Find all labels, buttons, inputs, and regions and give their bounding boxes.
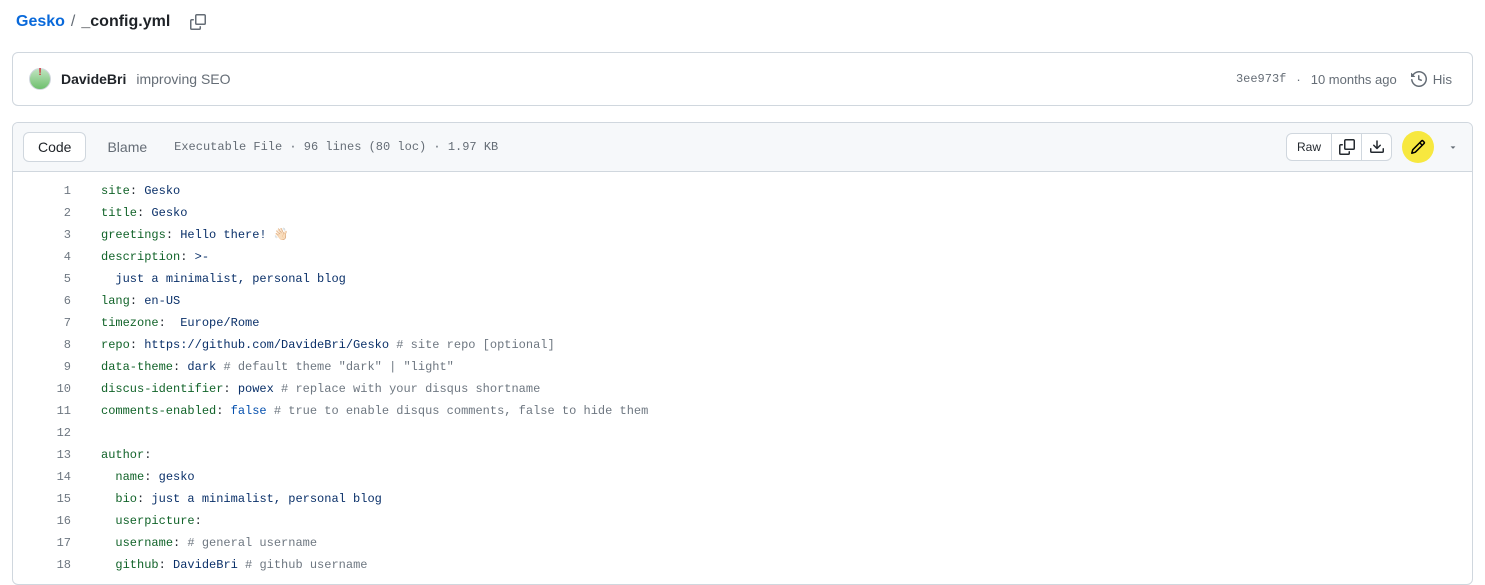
commit-hash[interactable]: 3ee973f [1236,72,1286,86]
file-meta-sep1: · [289,140,296,154]
line-number[interactable]: 17 [13,532,71,554]
file-meta-type: Executable File [174,140,282,154]
code-line: just a minimalist, personal blog [101,268,1472,290]
file-toolbar: Code Blame Executable File · 96 lines (8… [13,123,1472,172]
line-number[interactable]: 18 [13,554,71,576]
breadcrumb-file: _config.yml [81,13,170,31]
copy-icon [1339,139,1355,155]
tab-blame[interactable]: Blame [92,132,162,162]
line-number[interactable]: 13 [13,444,71,466]
copy-path-button[interactable] [184,8,212,36]
view-toggle-group: Code Blame [23,132,162,162]
code-line [101,422,1472,444]
code-line: site: Gesko [101,180,1472,202]
code-line: github: DavideBri # github username [101,554,1472,576]
code-line: author: [101,444,1472,466]
line-number[interactable]: 9 [13,356,71,378]
file-meta-lines: 96 lines (80 loc) [304,140,426,154]
pencil-icon [1410,139,1426,155]
code-line: greetings: Hello there! 👋🏻 [101,224,1472,246]
file-meta-size: 1.97 KB [448,140,498,154]
code-line: name: gesko [101,466,1472,488]
line-number[interactable]: 14 [13,466,71,488]
raw-button[interactable]: Raw [1286,133,1332,161]
history-button[interactable]: His [1407,65,1456,93]
line-number[interactable]: 7 [13,312,71,334]
code-area: 123456789101112131415161718 site: Geskot… [13,172,1472,584]
history-label: His [1433,72,1452,87]
code-line: description: >- [101,246,1472,268]
breadcrumb: Gesko / _config.yml [12,0,1473,52]
line-number[interactable]: 2 [13,202,71,224]
download-icon [1369,139,1385,155]
tab-code[interactable]: Code [23,132,86,162]
line-number[interactable]: 15 [13,488,71,510]
code-line: discus-identifier: powex # replace with … [101,378,1472,400]
line-number[interactable]: 5 [13,268,71,290]
commit-time: 10 months ago [1311,72,1397,87]
file-box: Code Blame Executable File · 96 lines (8… [12,122,1473,585]
file-meta: Executable File · 96 lines (80 loc) · 1.… [174,140,498,154]
code-lines[interactable]: site: Geskotitle: Geskogreetings: Hello … [91,172,1472,584]
code-line: data-theme: dark # default theme "dark" … [101,356,1472,378]
code-line: userpicture: [101,510,1472,532]
chevron-down-icon [1448,142,1458,152]
line-number[interactable]: 4 [13,246,71,268]
breadcrumb-repo-link[interactable]: Gesko [16,13,65,31]
line-number[interactable]: 11 [13,400,71,422]
edit-file-button[interactable] [1402,131,1434,163]
code-line: username: # general username [101,532,1472,554]
code-line: bio: just a minimalist, personal blog [101,488,1472,510]
code-line: comments-enabled: false # true to enable… [101,400,1472,422]
code-line: title: Gesko [101,202,1472,224]
commit-message[interactable]: improving SEO [136,71,230,87]
line-number[interactable]: 3 [13,224,71,246]
copy-icon [190,14,206,30]
line-number[interactable]: 12 [13,422,71,444]
code-line: lang: en-US [101,290,1472,312]
commit-separator: · [1296,72,1300,87]
history-icon [1411,71,1427,87]
breadcrumb-separator: / [71,13,75,31]
file-meta-sep2: · [433,140,440,154]
code-line: timezone: Europe/Rome [101,312,1472,334]
copy-raw-button[interactable] [1332,133,1362,161]
code-line: repo: https://github.com/DavideBri/Gesko… [101,334,1472,356]
commit-bar: DavideBri improving SEO 3ee973f · 10 mon… [12,52,1473,106]
line-number[interactable]: 16 [13,510,71,532]
edit-dropdown-button[interactable] [1444,133,1462,161]
line-number-gutter: 123456789101112131415161718 [13,172,91,584]
download-raw-button[interactable] [1362,133,1392,161]
line-number[interactable]: 8 [13,334,71,356]
commit-author[interactable]: DavideBri [61,71,126,87]
line-number[interactable]: 10 [13,378,71,400]
line-number[interactable]: 1 [13,180,71,202]
avatar[interactable] [29,68,51,90]
line-number[interactable]: 6 [13,290,71,312]
